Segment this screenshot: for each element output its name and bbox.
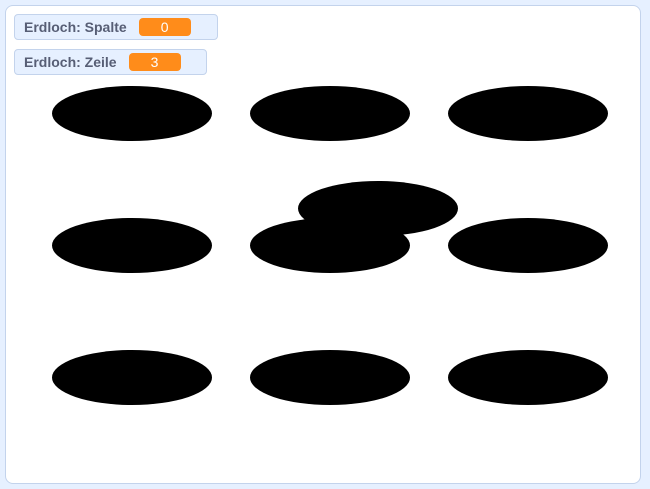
monitor-value-spalte: 0: [138, 18, 191, 36]
monitor-value-zeile: 3: [128, 53, 181, 71]
hole-r3-c3[interactable]: [448, 350, 608, 405]
monitor-label-spalte: Erdloch: Spalte: [24, 19, 127, 35]
stage[interactable]: Erdloch: Spalte 0 Erdloch: Zeile 3: [5, 5, 641, 484]
hole-r1-c2[interactable]: [250, 86, 410, 141]
hole-r3-c2[interactable]: [250, 350, 410, 405]
variable-monitor-zeile[interactable]: Erdloch: Zeile 3: [14, 49, 207, 75]
hole-r2-c3[interactable]: [448, 218, 608, 273]
hole-r2-c1[interactable]: [52, 218, 212, 273]
mole-sprite[interactable]: [298, 181, 458, 236]
hole-r1-c1[interactable]: [52, 86, 212, 141]
hole-r3-c1[interactable]: [52, 350, 212, 405]
monitor-label-zeile: Erdloch: Zeile: [24, 54, 117, 70]
hole-r1-c3[interactable]: [448, 86, 608, 141]
variable-monitor-spalte[interactable]: Erdloch: Spalte 0: [14, 14, 218, 40]
